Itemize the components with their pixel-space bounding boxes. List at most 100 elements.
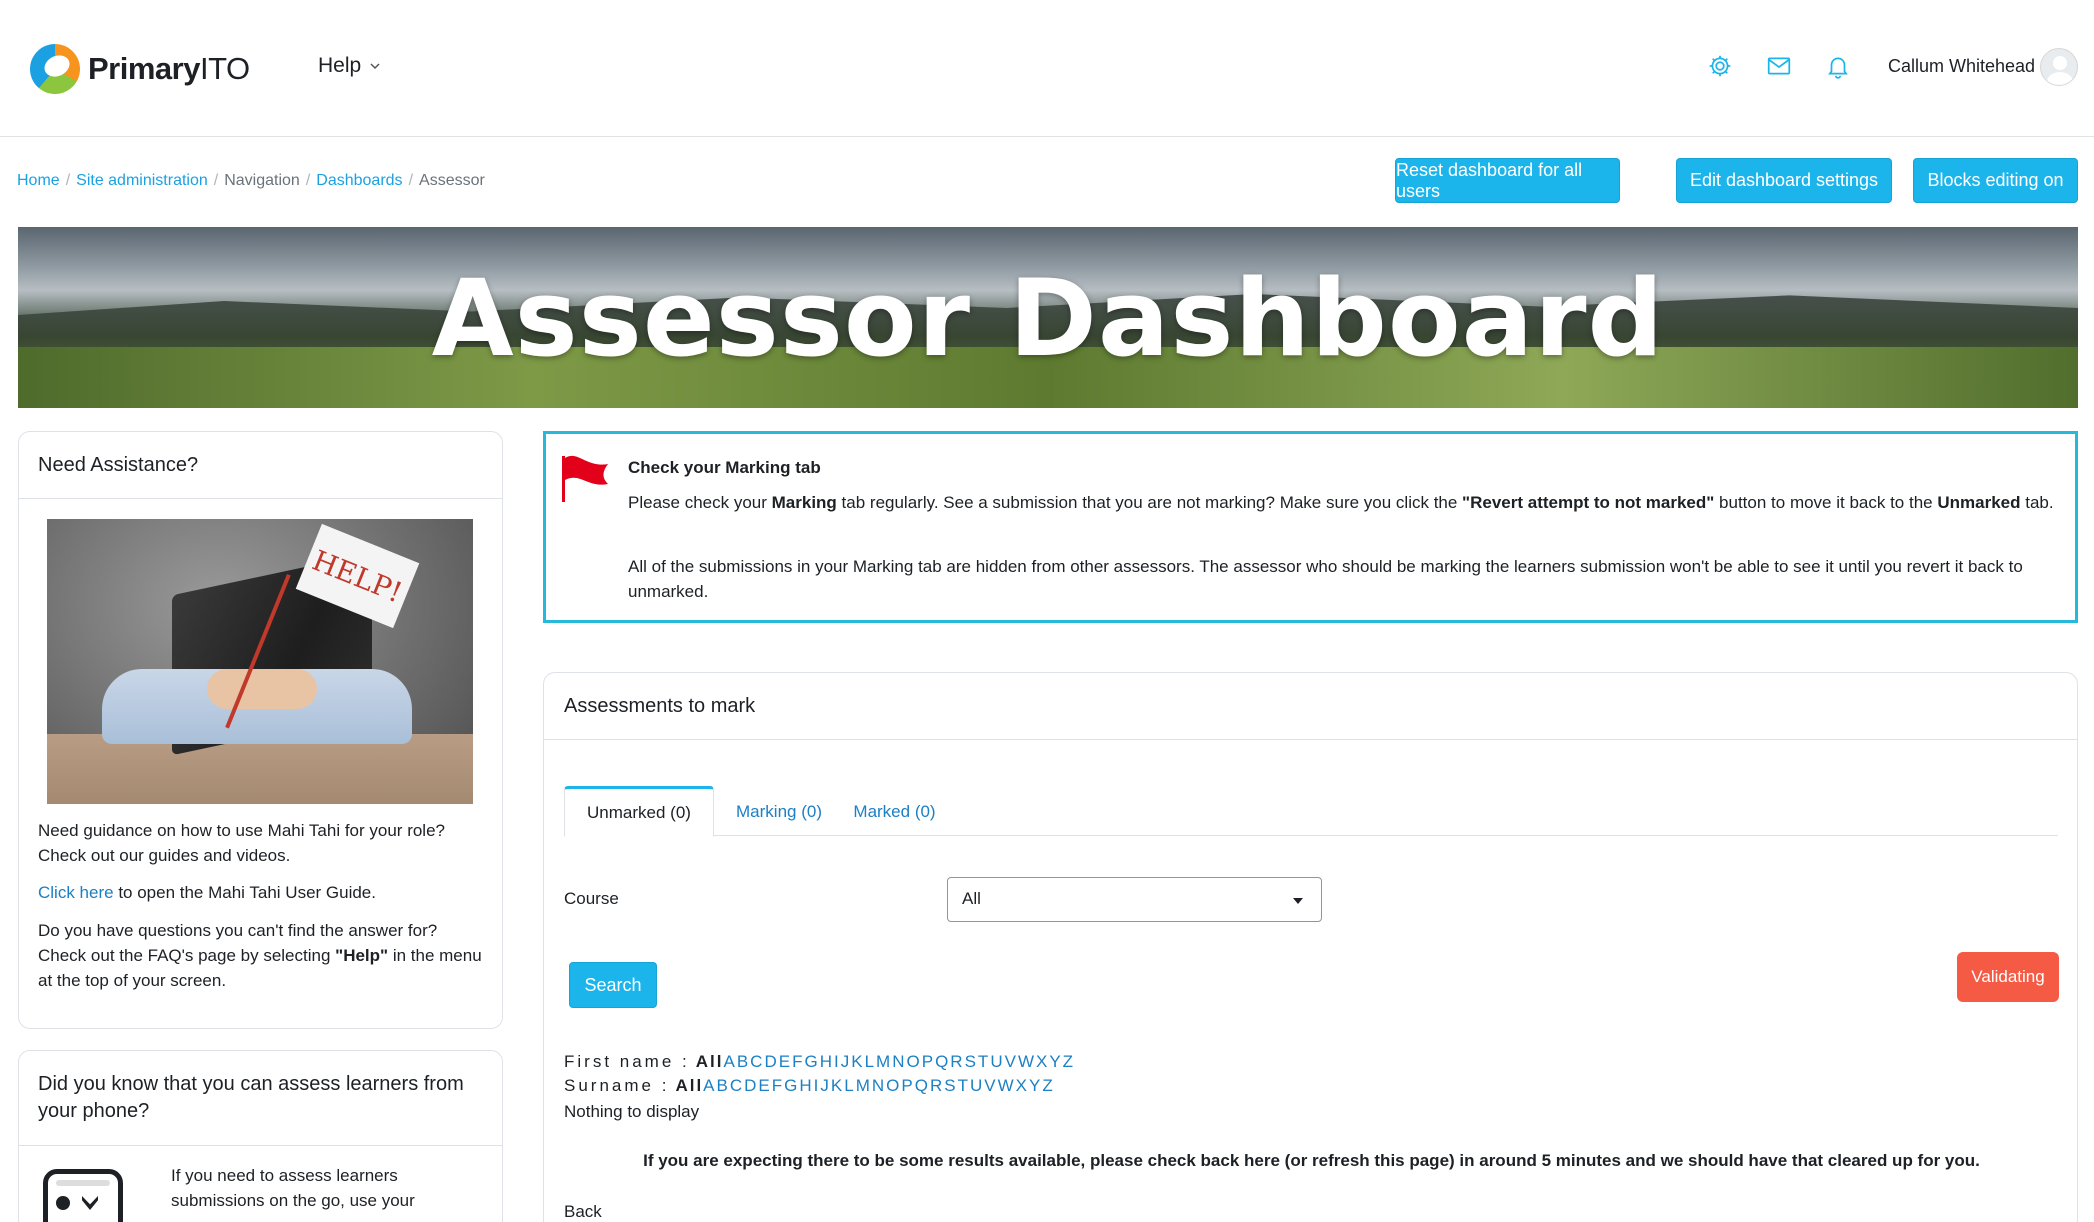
- help-menu[interactable]: Help: [318, 54, 381, 78]
- phone-card-text: If you need to assess learners submissio…: [171, 1166, 415, 1210]
- surname-letter-n[interactable]: N: [872, 1076, 884, 1096]
- assessment-tabs: Unmarked (0) Marking (0) Marked (0): [564, 786, 2058, 837]
- first-name-label: First name :: [564, 1052, 690, 1071]
- edit-dashboard-settings-button[interactable]: Edit dashboard settings: [1676, 158, 1892, 203]
- surname-letter-s[interactable]: S: [944, 1076, 955, 1096]
- first-name-letter-d[interactable]: D: [764, 1052, 776, 1072]
- first-name-letter-i[interactable]: I: [834, 1052, 839, 1072]
- first-name-letter-o[interactable]: O: [906, 1052, 919, 1072]
- help-image: HELP!: [47, 519, 473, 804]
- surname-letter-v[interactable]: V: [984, 1076, 995, 1096]
- first-name-letter-j[interactable]: J: [841, 1052, 850, 1072]
- first-name-letter-w[interactable]: W: [1018, 1052, 1034, 1072]
- image-desk: [47, 734, 473, 804]
- breadcrumb-site-administration[interactable]: Site administration: [76, 172, 208, 190]
- surname-letter-t[interactable]: T: [958, 1076, 968, 1096]
- logo[interactable]: PrimaryITO: [30, 44, 250, 94]
- surname-letter-b[interactable]: B: [717, 1076, 728, 1096]
- first-name-letter-q[interactable]: Q: [935, 1052, 948, 1072]
- chevron-down-icon: [370, 63, 380, 70]
- course-select[interactable]: All: [947, 877, 1322, 922]
- first-name-letter-p[interactable]: P: [922, 1052, 933, 1072]
- first-name-letter-h[interactable]: H: [820, 1052, 832, 1072]
- tab-marked[interactable]: Marked (0): [842, 786, 947, 837]
- reset-dashboard-button[interactable]: Reset dashboard for all users: [1395, 158, 1620, 203]
- avatar-icon[interactable]: [2040, 48, 2078, 86]
- mail-icon[interactable]: [1766, 53, 1792, 79]
- surname-letter-i[interactable]: I: [814, 1076, 819, 1096]
- surname-letter-h[interactable]: H: [799, 1076, 811, 1096]
- click-here-link[interactable]: Click here: [38, 883, 114, 902]
- surname-letter-o[interactable]: O: [886, 1076, 899, 1096]
- first-name-letter-m[interactable]: M: [876, 1052, 890, 1072]
- breadcrumb-home[interactable]: Home: [17, 172, 60, 190]
- surname-letter-w[interactable]: W: [998, 1076, 1014, 1096]
- phone-image: [43, 1169, 123, 1222]
- alert-paragraph-2: All of the submissions in your Marking t…: [628, 557, 2023, 601]
- dashboard-banner: Assessor Dashboard: [18, 227, 2078, 408]
- first-name-letter-e[interactable]: E: [779, 1052, 790, 1072]
- first-name-letter-g[interactable]: G: [804, 1052, 817, 1072]
- marking-tab-alert: Check your Marking tab Please check your…: [543, 431, 2078, 623]
- search-button[interactable]: Search: [569, 962, 657, 1008]
- phone-card-title: Did you know that you can assess learner…: [19, 1051, 502, 1146]
- surname-letter-z[interactable]: Z: [1042, 1076, 1052, 1096]
- user-name[interactable]: Callum Whitehead: [1888, 56, 2035, 77]
- first-name-letter-x[interactable]: X: [1036, 1052, 1047, 1072]
- phone-assessment-card: Did you know that you can assess learner…: [18, 1050, 503, 1222]
- gear-icon[interactable]: [1707, 53, 1733, 79]
- first-name-letter-u[interactable]: U: [990, 1052, 1002, 1072]
- surname-letter-u[interactable]: U: [970, 1076, 982, 1096]
- first-name-letter-a[interactable]: A: [723, 1052, 734, 1072]
- phone-app-icon: [82, 1196, 98, 1210]
- first-name-letter-y[interactable]: Y: [1049, 1052, 1060, 1072]
- surname-letter-k[interactable]: K: [831, 1076, 842, 1096]
- surname-letter-p[interactable]: P: [901, 1076, 912, 1096]
- surname-letter-a[interactable]: A: [703, 1076, 714, 1096]
- alert-title: Check your Marking tab: [628, 458, 821, 477]
- surname-letter-c[interactable]: C: [730, 1076, 742, 1096]
- surname-letter-e[interactable]: E: [758, 1076, 769, 1096]
- phone-url-bar: [56, 1180, 110, 1186]
- surname-letter-d[interactable]: D: [744, 1076, 756, 1096]
- surname-letter-q[interactable]: Q: [915, 1076, 928, 1096]
- need-assistance-card: Need Assistance? HELP! Need guidance on …: [18, 431, 503, 1029]
- first-name-letter-c[interactable]: C: [750, 1052, 762, 1072]
- surname-letter-r[interactable]: R: [930, 1076, 942, 1096]
- first-name-all[interactable]: All: [696, 1052, 724, 1072]
- blocks-editing-button[interactable]: Blocks editing on: [1913, 158, 2078, 203]
- validating-button[interactable]: Validating: [1957, 952, 2059, 1002]
- assessments-card: Assessments to mark Unmarked (0) Marking…: [543, 672, 2078, 1222]
- surname-letter-f[interactable]: F: [772, 1076, 782, 1096]
- first-name-letter-r[interactable]: R: [950, 1052, 962, 1072]
- nothing-to-display: Nothing to display: [564, 1102, 700, 1121]
- first-name-letter-f[interactable]: F: [792, 1052, 802, 1072]
- user-guide-text: Click here to open the Mahi Tahi User Gu…: [38, 883, 376, 902]
- first-name-letter-s[interactable]: S: [965, 1052, 976, 1072]
- bell-icon[interactable]: [1825, 53, 1851, 79]
- surname-letter-x[interactable]: X: [1016, 1076, 1027, 1096]
- tab-unmarked[interactable]: Unmarked (0): [564, 786, 714, 837]
- first-name-letter-z[interactable]: Z: [1063, 1052, 1073, 1072]
- surname-letter-l[interactable]: L: [844, 1076, 853, 1096]
- caret-down-icon: [1293, 898, 1303, 904]
- breadcrumb-dashboards[interactable]: Dashboards: [316, 172, 402, 190]
- first-name-letter-t[interactable]: T: [978, 1052, 988, 1072]
- back-link[interactable]: Back: [564, 1202, 602, 1222]
- first-name-letter-b[interactable]: B: [737, 1052, 748, 1072]
- first-name-letter-l[interactable]: L: [865, 1052, 874, 1072]
- alert-paragraph-1: Please check your Marking tab regularly.…: [628, 493, 2054, 512]
- guidance-text: Need guidance on how to use Mahi Tahi fo…: [38, 821, 445, 865]
- surname-letter-g[interactable]: G: [784, 1076, 797, 1096]
- first-name-filter: First name : All ABCDEFGHIJKLMNOPQRSTUVW…: [564, 1052, 1075, 1072]
- tab-marking[interactable]: Marking (0): [724, 786, 834, 837]
- phone-app-icon: [56, 1196, 70, 1210]
- first-name-letter-k[interactable]: K: [851, 1052, 862, 1072]
- first-name-letter-n[interactable]: N: [892, 1052, 904, 1072]
- flag-icon: [562, 455, 608, 502]
- surname-letter-y[interactable]: Y: [1029, 1076, 1040, 1096]
- first-name-letter-v[interactable]: V: [1005, 1052, 1016, 1072]
- surname-letter-j[interactable]: J: [820, 1076, 829, 1096]
- surname-all[interactable]: All: [675, 1076, 703, 1096]
- surname-letter-m[interactable]: M: [856, 1076, 870, 1096]
